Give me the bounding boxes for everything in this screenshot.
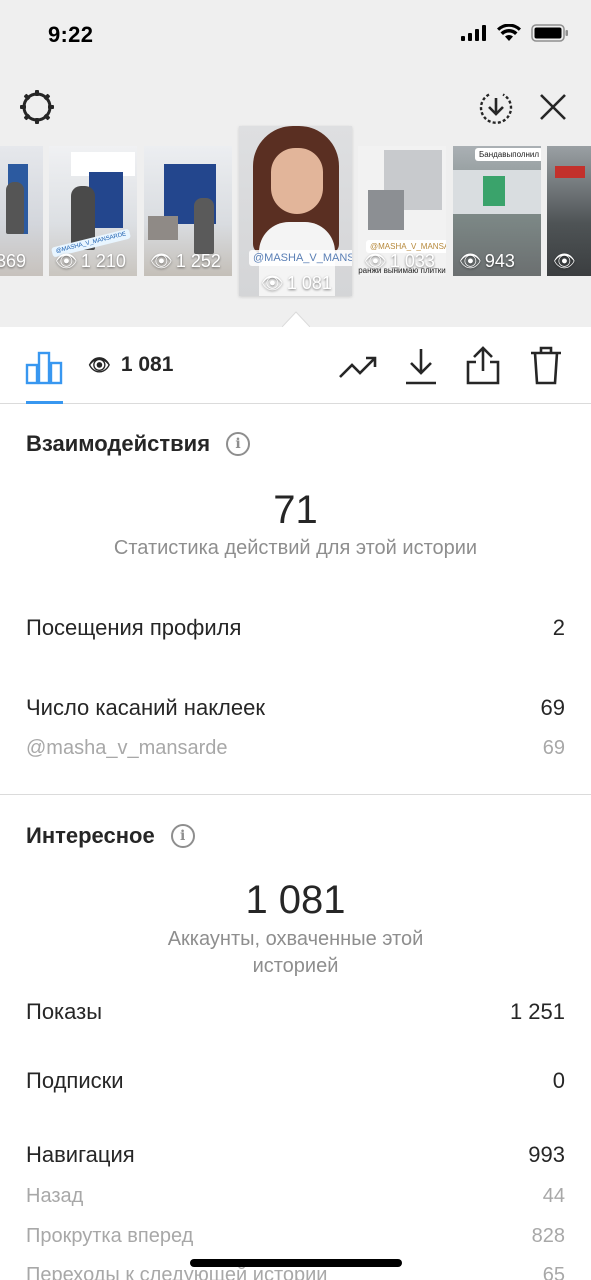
stat-label: Прокрутка вперед [26,1225,194,1247]
trending-up-icon [339,356,377,378]
eye-icon: 👁 [459,251,482,271]
discovery-heading: Интересное [26,823,155,848]
stat-label: Посещения профиля [26,615,242,640]
story-toolbar: 👁 1 081 [0,327,591,404]
toolbar-views: 👁 1 081 [88,353,173,377]
settings-button[interactable] [16,86,58,128]
stat-subrow: @masha_v_mansarde 69 [26,737,565,760]
download-icon [406,349,436,385]
stat-row: Посещения профиля 2 [26,615,565,641]
thumb-views: 1 081 [286,273,332,293]
story-thumbnail[interactable]: 👁 1 252 [144,146,232,276]
discovery-total: 1 081 [245,878,346,922]
insights-tab[interactable] [24,347,64,387]
interactions-heading: Взаимодействия [26,431,211,456]
stat-subrow: Прокрутка вперед 828 [26,1225,565,1248]
stat-value: 44 [542,1185,565,1207]
stat-row: Подписки 0 [26,1068,565,1094]
story-thumbnail[interactable]: @MASHA_V_MANSARDE 👁1 033 ранжи вынимаю п… [358,146,446,276]
section-divider [0,794,591,795]
stat-label: Показы [26,999,103,1024]
story-thumbnail[interactable]: Бандавыполнил 👁 943 [453,146,541,276]
story-thumbnail[interactable]: 👁 [547,146,591,276]
stat-label: Назад [26,1185,84,1207]
active-tab-indicator [26,401,63,404]
stat-value: 0 [552,1068,565,1093]
toolbar-views-count: 1 081 [120,353,174,376]
delete-button[interactable] [526,343,566,387]
stat-value: 69 [542,737,565,759]
stat-value: 2 [552,615,565,640]
stat-row: Число касаний наклеек 69 [26,695,565,721]
wifi-icon [497,24,521,41]
status-icons [461,24,569,42]
caption-sticker: Бандавыполнил [475,148,541,161]
trash-icon [531,346,561,385]
stat-label: @masha_v_mansarde [26,737,228,759]
thumb-views: 369 [0,251,27,271]
interactions-total: 71 [273,488,318,532]
close-button[interactable] [534,88,572,126]
selection-pointer [282,311,310,327]
stat-value: 828 [531,1225,565,1247]
promote-button[interactable] [336,347,380,387]
battery-icon [531,24,568,42]
download-circle-icon [479,93,513,124]
eye-icon: 👁 [88,354,111,375]
info-icon[interactable]: i [170,824,195,848]
home-indicator[interactable] [190,1259,402,1267]
thumb-views: 1 210 [80,251,126,271]
interactions-title: Взаимодействия i [26,431,251,457]
stat-value: 993 [528,1142,565,1167]
share-icon [466,346,500,385]
eye-icon: 👁 [150,251,173,271]
share-button[interactable] [462,343,504,387]
bar-chart-icon [25,351,63,385]
interactions-caption: Статистика действий для этой истории [113,537,478,559]
discovery-caption: Аккаунты, охваченные этой историей [167,928,424,977]
status-time: 9:22 [48,22,94,47]
story-thumbnail[interactable]: @MASHA_V_MANSARDE 👁 1 210 [49,146,137,276]
mention-sticker: @MASHA_V_MANSARDE [249,250,352,266]
stat-value: 65 [542,1264,565,1280]
stat-subrow: Назад 44 [26,1185,565,1208]
story-thumbnail-selected[interactable]: @MASHA_V_MANSARDE 👁1 081 [239,126,352,296]
thumb-views: 1 252 [175,251,221,271]
stat-value: 69 [540,695,565,720]
eye-icon: 👁 [55,251,78,271]
eye-icon: 👁 [261,273,284,293]
signal-icon [461,25,486,41]
stat-label: Подписки [26,1068,124,1093]
gear-icon [20,90,54,124]
thumb-caption: ранжи вынимаю плитки [358,266,446,275]
download-button[interactable] [400,345,442,387]
story-thumbnail[interactable]: 369 [0,146,43,276]
stat-label: Навигация [26,1142,135,1167]
close-icon [540,94,566,120]
thumb-views: 943 [484,251,515,271]
stat-row: Показы 1 251 [26,999,565,1025]
discovery-title: Интересное i [26,823,195,849]
stories-header: 9:22 369 @MASHA_V_MANSARDE 👁 1 210 👁 1 2… [0,0,591,327]
eye-icon: 👁 [553,251,576,271]
info-icon[interactable]: i [226,432,251,456]
stat-value: 1 251 [509,999,565,1024]
story-thumbnails[interactable]: 369 @MASHA_V_MANSARDE 👁 1 210 👁 1 252 @MAS… [0,126,591,316]
save-story-button[interactable] [476,88,516,128]
stat-label: Число касаний наклеек [26,695,265,720]
stat-row: Навигация 993 [26,1142,565,1168]
